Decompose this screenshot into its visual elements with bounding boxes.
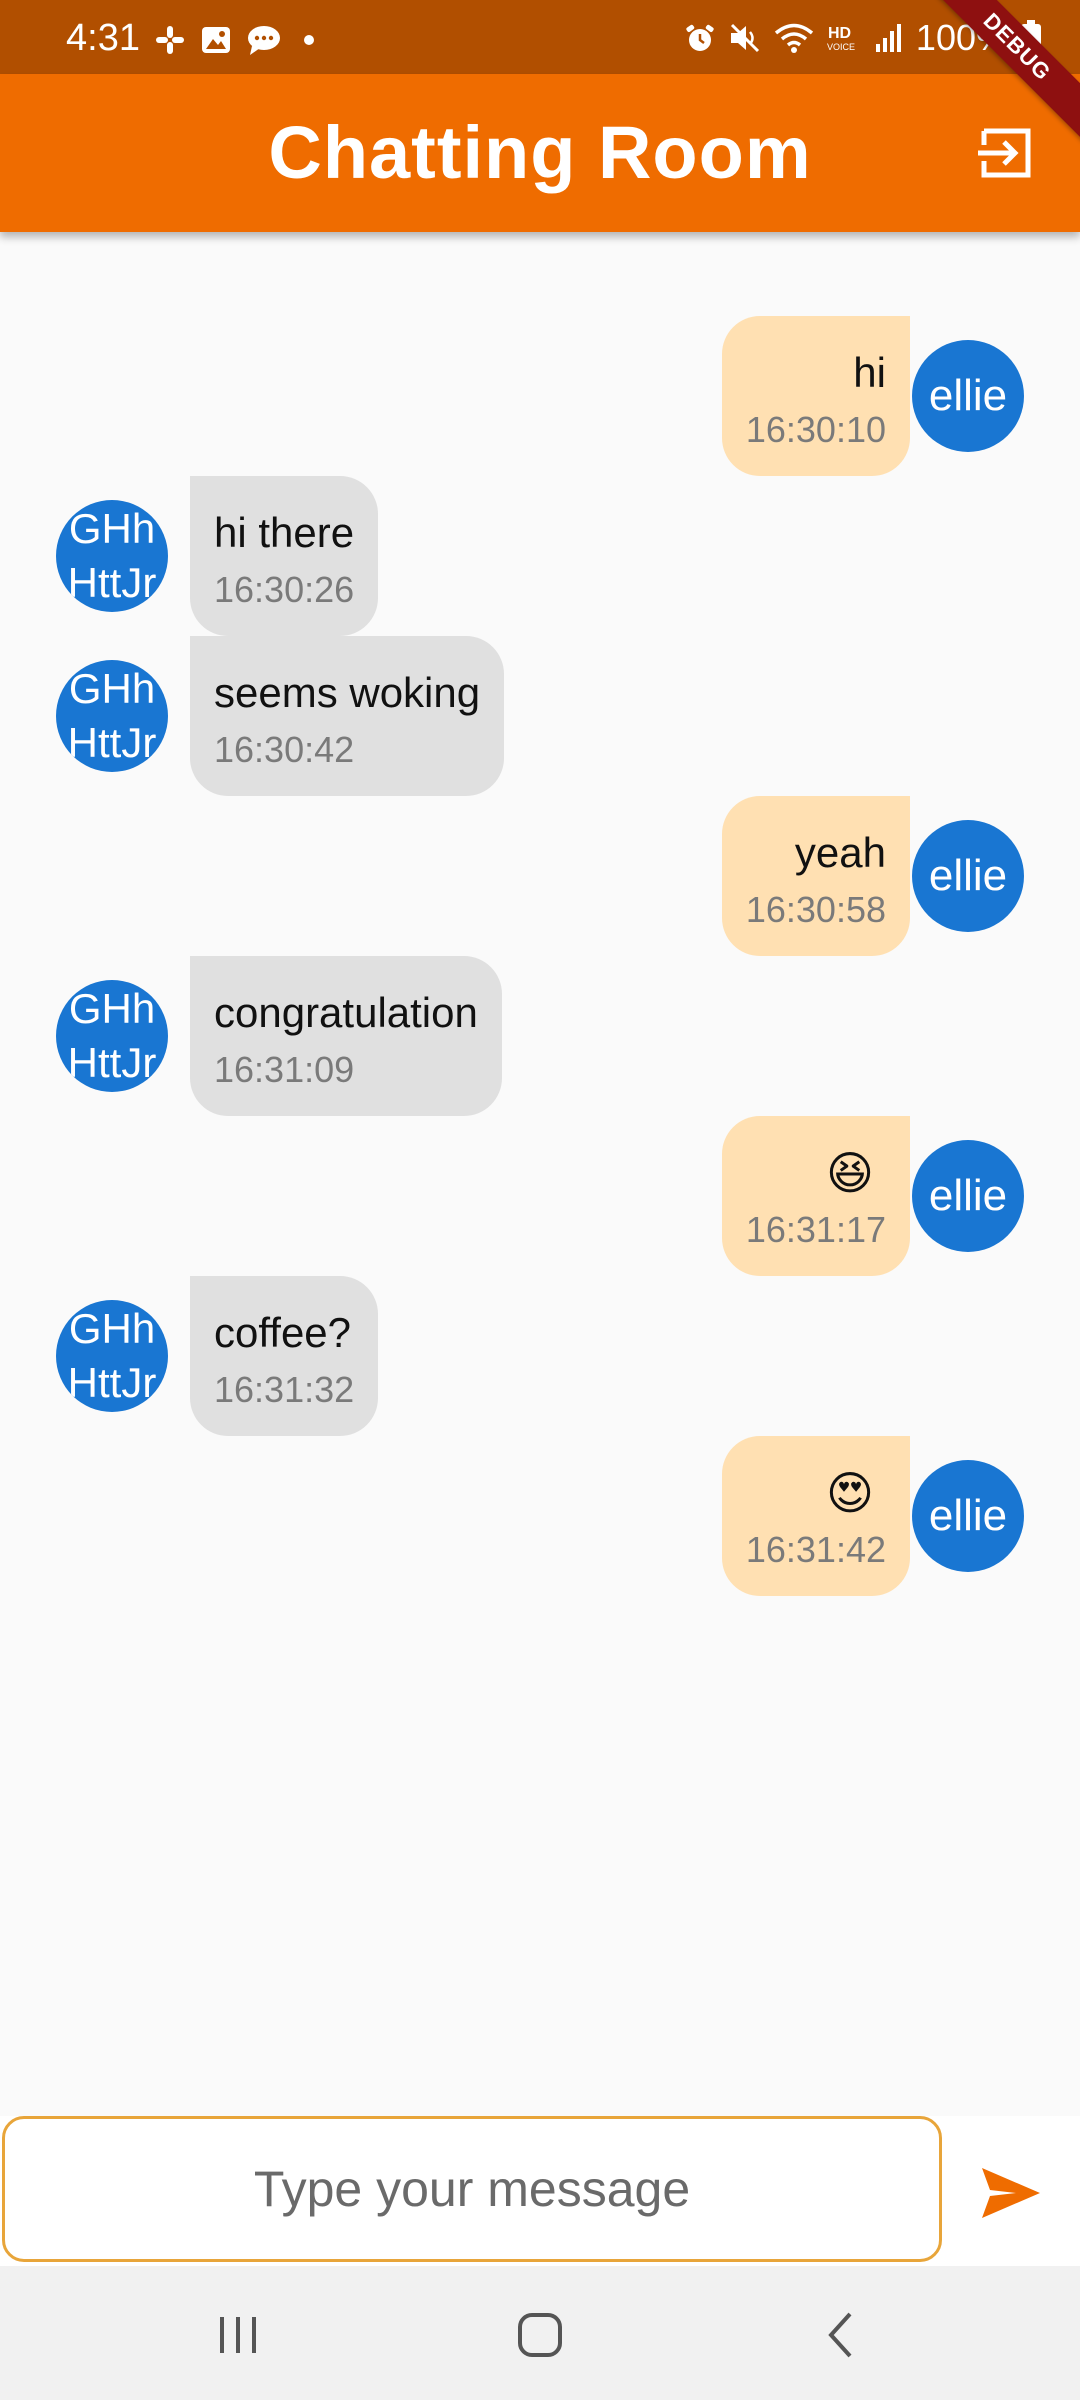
- message-row: coffee? 16:31:32 GHh HttJr: [0, 1276, 1080, 1436]
- message-text: hi: [853, 349, 886, 396]
- my-avatar[interactable]: ellie: [912, 820, 1024, 932]
- message-timestamp: 16:30:26: [214, 569, 355, 610]
- my-avatar[interactable]: ellie: [912, 340, 1024, 452]
- logout-icon: [978, 128, 1031, 178]
- message-timestamp: 16:30:10: [745, 409, 886, 450]
- signal-icon: [875, 24, 901, 52]
- back-icon: [828, 2312, 852, 2358]
- chat-icon: [248, 26, 280, 55]
- message-text: coffee?: [214, 1309, 352, 1356]
- my-message-bubble[interactable]: 😆 16:31:17: [721, 1116, 910, 1276]
- message-row: hi 16:30:10 ellie: [0, 316, 1080, 476]
- home-button[interactable]: [495, 2290, 585, 2380]
- message-timestamp: 16:30:42: [214, 729, 355, 770]
- logout-button[interactable]: [974, 121, 1038, 185]
- status-bar: 4:31 HD VOICE 100%: [0, 0, 1080, 74]
- home-icon: [518, 2313, 562, 2357]
- recent-apps-icon: [220, 2317, 256, 2353]
- other-avatar[interactable]: GHh HttJr: [56, 980, 168, 1092]
- other-avatar[interactable]: GHh HttJr: [56, 1300, 168, 1412]
- message-text: hi there: [214, 509, 355, 556]
- status-left-icons: [154, 24, 314, 56]
- message-row: 😍 16:31:42 ellie: [0, 1436, 1080, 1596]
- my-avatar[interactable]: ellie: [912, 1460, 1024, 1572]
- message-row: hi there 16:30:26 GHh HttJr: [0, 476, 1080, 636]
- system-nav-bar: [0, 2266, 1080, 2400]
- alarm-icon: [686, 24, 714, 51]
- other-message-bubble[interactable]: seems woking 16:30:42: [190, 636, 505, 796]
- app-bar: Chatting Room: [0, 74, 1080, 232]
- message-text: seems woking: [214, 669, 481, 716]
- message-row: congratulation 16:31:09 GHh HttJr: [0, 956, 1080, 1116]
- message-row: seems woking 16:30:42 GHh HttJr: [0, 636, 1080, 796]
- message-row: yeah 16:30:58 ellie: [0, 796, 1080, 956]
- slack-icon: [156, 26, 184, 54]
- message-row: 😆 16:31:17 ellie: [0, 1116, 1080, 1276]
- my-avatar[interactable]: ellie: [912, 1140, 1024, 1252]
- wifi-icon: [774, 23, 814, 53]
- my-message-bubble[interactable]: 😍 16:31:42: [721, 1436, 910, 1596]
- hd-voice-icon: HD VOICE: [827, 25, 855, 52]
- gallery-icon: [202, 27, 230, 53]
- message-text: yeah: [794, 829, 886, 876]
- other-avatar[interactable]: GHh HttJr: [56, 660, 168, 772]
- message-emoji: 😆: [826, 1146, 874, 1200]
- input-area: [0, 2116, 1080, 2266]
- message-timestamp: 16:31:09: [214, 1049, 355, 1090]
- message-timestamp: 16:30:58: [745, 889, 886, 930]
- other-message-bubble[interactable]: congratulation 16:31:09: [190, 956, 502, 1116]
- message-timestamp: 16:31:32: [214, 1369, 355, 1410]
- message-input[interactable]: [2, 2116, 942, 2262]
- mute-icon: [730, 23, 759, 53]
- my-message-bubble[interactable]: hi 16:30:10: [721, 316, 910, 476]
- svg-text:HD: HD: [828, 25, 851, 42]
- svg-text:VOICE: VOICE: [827, 42, 855, 52]
- other-avatar[interactable]: GHh HttJr: [56, 500, 168, 612]
- notification-dot-icon: [304, 35, 314, 45]
- send-button[interactable]: [976, 2158, 1046, 2228]
- message-timestamp: 16:31:17: [745, 1209, 886, 1250]
- status-time: 4:31: [66, 17, 140, 59]
- my-message-bubble[interactable]: yeah 16:30:58: [721, 796, 910, 956]
- page-title: Chatting Room: [268, 111, 812, 194]
- recent-apps-button[interactable]: [193, 2290, 283, 2380]
- message-text: congratulation: [214, 989, 478, 1036]
- other-message-bubble[interactable]: coffee? 16:31:32: [190, 1276, 379, 1436]
- back-button[interactable]: [797, 2290, 887, 2380]
- send-icon: [982, 2168, 1040, 2218]
- message-timestamp: 16:31:42: [745, 1529, 886, 1570]
- message-emoji: 😍: [826, 1466, 874, 1520]
- other-message-bubble[interactable]: hi there 16:30:26: [190, 476, 379, 636]
